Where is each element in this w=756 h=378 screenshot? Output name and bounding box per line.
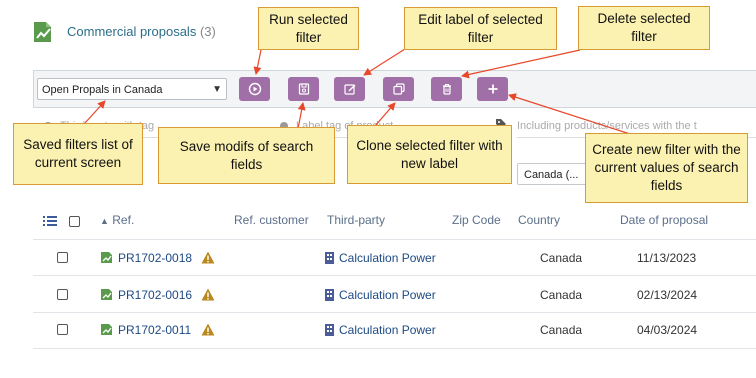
row-country: Canada xyxy=(540,288,583,302)
column-header-thirdparty[interactable]: Third-party xyxy=(327,213,385,227)
callout-save-modifs: Save modifs of search fields xyxy=(158,127,335,184)
row-thirdparty-link[interactable]: Calculation Power xyxy=(339,288,436,302)
column-header-zip[interactable]: Zip Code xyxy=(452,213,501,227)
record-count: (3) xyxy=(199,24,216,39)
row-country: Canada xyxy=(540,251,583,265)
row-ref-link[interactable]: PR1702-0011 xyxy=(118,323,191,337)
plus-icon xyxy=(488,84,497,94)
column-header-country[interactable]: Country xyxy=(518,213,560,227)
row-date: 04/03/2024 xyxy=(637,323,698,337)
divider xyxy=(33,275,756,276)
row-ref-link[interactable]: PR1702-0018 xyxy=(118,251,192,265)
proposal-icon xyxy=(34,22,51,42)
page-title: Commercial proposals (3) xyxy=(67,24,216,39)
clone-filter-button[interactable] xyxy=(383,77,414,101)
row-checkbox[interactable] xyxy=(57,252,68,263)
run-filter-button[interactable] xyxy=(239,77,270,101)
select-all-checkbox[interactable] xyxy=(69,216,80,227)
callout-create-filter: Create new filter with the current value… xyxy=(585,133,748,203)
divider xyxy=(33,348,756,349)
sort-asc-icon: ▲ xyxy=(100,216,109,226)
chevron-down-icon: ▼ xyxy=(212,84,222,95)
play-icon xyxy=(248,82,261,96)
warning-icon xyxy=(201,323,215,336)
edit-label-button[interactable] xyxy=(334,77,365,101)
create-filter-button[interactable] xyxy=(477,77,508,101)
proposal-icon xyxy=(101,252,112,263)
row-checkbox[interactable] xyxy=(57,324,68,335)
page-title-text: Commercial proposals xyxy=(67,24,197,39)
proposal-icon xyxy=(101,289,112,300)
building-icon xyxy=(325,289,334,301)
proposal-icon xyxy=(101,324,112,335)
callout-clone-filter: Clone selected filter with new label xyxy=(347,125,512,184)
row-date: 11/13/2023 xyxy=(637,251,697,265)
row-thirdparty-link[interactable]: Calculation Power xyxy=(339,251,436,265)
column-header-ref[interactable]: ▲ Ref. xyxy=(100,213,134,227)
column-header-ref-customer[interactable]: Ref. customer xyxy=(234,213,309,227)
callout-saved-filters: Saved filters list of current screen xyxy=(13,123,143,185)
delete-filter-button[interactable] xyxy=(431,77,462,101)
clone-icon xyxy=(392,83,405,95)
building-icon xyxy=(325,252,334,264)
edit-icon xyxy=(343,84,355,95)
callout-edit-label: Edit label of selected filter xyxy=(404,7,557,50)
saved-filters-select[interactable]: Open Propals in Canada ▼ xyxy=(37,78,227,100)
building-icon xyxy=(325,324,334,336)
callout-delete-filter: Delete selected filter xyxy=(578,6,710,50)
row-ref-link[interactable]: PR1702-0016 xyxy=(118,288,192,302)
divider xyxy=(33,239,756,240)
row-checkbox[interactable] xyxy=(57,289,68,300)
row-thirdparty-link[interactable]: Calculation Power xyxy=(339,323,436,337)
save-icon xyxy=(298,83,309,95)
callout-run-filter: Run selected filter xyxy=(258,7,359,50)
list-options-icon[interactable] xyxy=(43,215,57,227)
row-date: 02/13/2024 xyxy=(637,288,698,302)
trash-icon xyxy=(442,83,451,95)
row-country: Canada xyxy=(540,323,583,337)
divider xyxy=(33,312,756,313)
saved-filters-value: Open Propals in Canada xyxy=(42,84,163,96)
warning-icon xyxy=(201,251,215,264)
save-filter-button[interactable] xyxy=(288,77,319,101)
warning-icon xyxy=(201,288,215,301)
column-header-date[interactable]: Date of proposal xyxy=(620,213,708,227)
